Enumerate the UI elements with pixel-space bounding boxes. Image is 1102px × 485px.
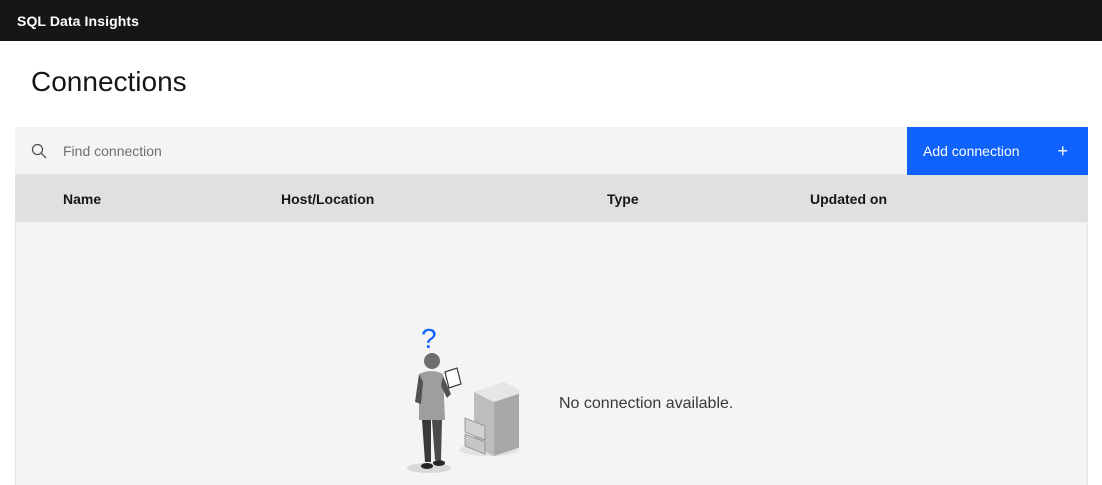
add-connection-label: Add connection — [923, 143, 1020, 159]
app-title[interactable]: SQL Data Insights — [17, 13, 139, 29]
column-header-name[interactable]: Name — [63, 191, 101, 207]
search-bar — [15, 127, 907, 175]
empty-state-message: No connection available. — [559, 395, 734, 412]
column-header-updated-on[interactable]: Updated on — [810, 191, 887, 207]
add-connection-button[interactable]: Add connection + — [907, 127, 1088, 175]
page-title: Connections — [31, 66, 187, 97]
empty-state: ? No connection available. — [15, 222, 1088, 485]
table-header-row: Name Host/Location Type Updated on — [15, 175, 1088, 222]
plus-icon: + — [1057, 141, 1068, 161]
column-header-type[interactable]: Type — [607, 191, 639, 207]
table-toolbar: Add connection + — [15, 127, 1088, 175]
search-input[interactable] — [63, 127, 663, 174]
top-bar: SQL Data Insights — [0, 0, 1102, 41]
column-header-host-location[interactable]: Host/Location — [281, 191, 374, 207]
empty-state-illustration: ? — [407, 323, 519, 473]
question-mark-icon: ? — [421, 323, 437, 354]
search-icon — [31, 143, 47, 159]
